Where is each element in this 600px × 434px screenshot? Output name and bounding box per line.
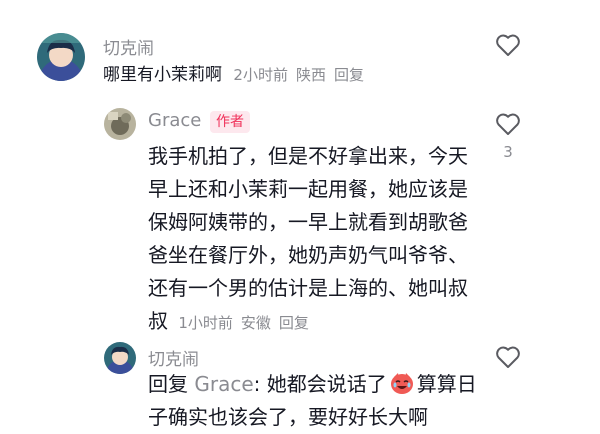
comment-body: 哪里有小茉莉啊 — [103, 65, 222, 85]
heart-icon — [496, 34, 520, 56]
comment-location: 陕西 — [295, 66, 326, 84]
heart-icon — [496, 113, 520, 135]
comment-line: 爸坐在餐厅外，她奶声奶气叫爷爷、 — [148, 243, 468, 267]
comment-line-last: 叔 1小时前 安徽 回复 — [148, 305, 488, 340]
comment-username[interactable]: 切克闹 — [103, 34, 154, 59]
comment-line: 叔 — [148, 309, 168, 333]
comment-line: 还有一个男的估计是上海的、她叫叔 — [148, 276, 468, 300]
comment-username[interactable]: 切克闹 — [148, 345, 199, 370]
reply-button[interactable]: 回复 — [334, 66, 364, 84]
comment-line: 回复 Grace: 她都会说话了 算算日 — [148, 368, 488, 401]
author-badge: 作者 — [210, 111, 250, 133]
comment-location: 安徽 — [240, 314, 271, 332]
comment-line: 早上还和小茉莉一起用餐，她应该是 — [148, 177, 468, 201]
comment-time: 1小时前 — [178, 314, 233, 332]
like-count: 3 — [503, 143, 513, 161]
comment-line: 子确实也该会了，要好好长大啊 — [148, 405, 428, 429]
comment-username[interactable]: Grace — [148, 110, 201, 131]
reply-button[interactable]: 回复 — [279, 314, 309, 332]
comment-text: 算算日 — [416, 372, 477, 396]
comment-text: 哪里有小茉莉啊 2小时前 陕西 回复 — [103, 62, 372, 88]
like-button[interactable] — [495, 33, 521, 57]
comment-line: 我手机拍了，但是不好拿出来，今天 — [148, 144, 468, 168]
heart-icon — [496, 346, 520, 368]
comment-body: 回复 Grace: 她都会说话了 算算日 子确实也该会了，要好好长大啊 — [148, 368, 488, 434]
like-button[interactable] — [495, 112, 521, 136]
comment-body: 我手机拍了，但是不好拿出来，今天 早上还和小茉莉一起用餐，她应该是 保姆阿姨带的… — [148, 140, 488, 340]
reply-target-username[interactable]: Grace — [194, 372, 253, 396]
avatar[interactable] — [104, 342, 136, 374]
reply-prefix: 回复 — [148, 372, 188, 396]
comment-time: 2小时前 — [233, 66, 288, 84]
laughing-crying-emoji-icon — [389, 371, 415, 395]
like-button[interactable] — [495, 345, 521, 369]
comment-line: 保姆阿姨带的，一早上就看到胡歌爸 — [148, 210, 468, 234]
avatar[interactable] — [37, 33, 85, 81]
comment-text: : 她都会说话了 — [253, 372, 387, 396]
avatar[interactable] — [104, 108, 136, 140]
